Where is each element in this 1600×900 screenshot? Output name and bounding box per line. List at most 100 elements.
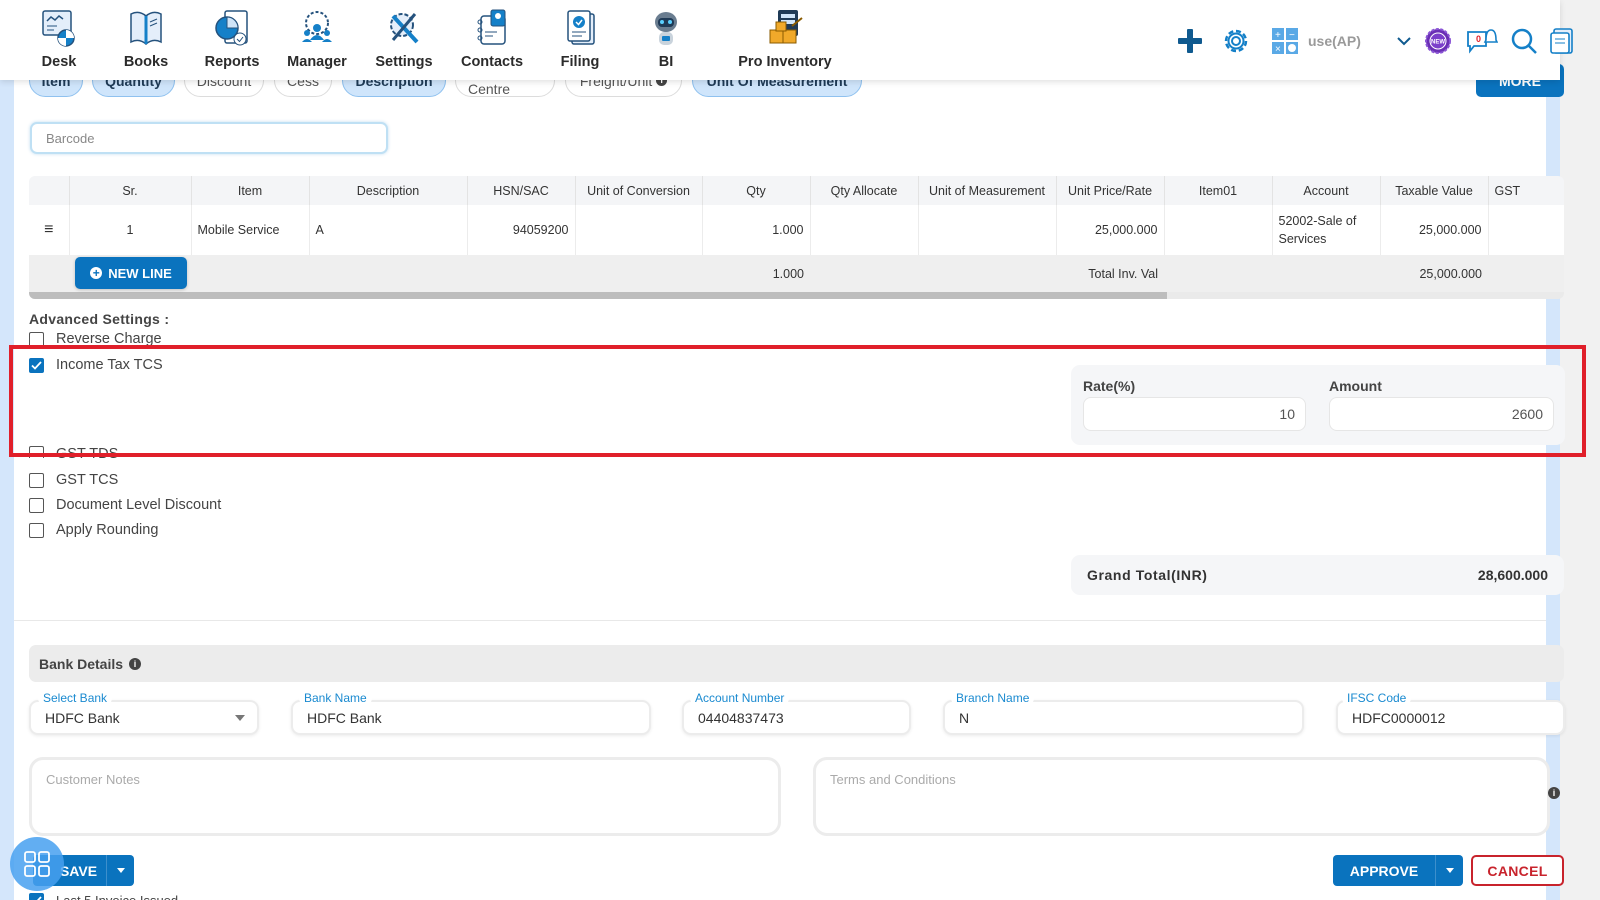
advanced-settings-title: Advanced Settings : <box>29 311 170 327</box>
totals-row: 1.000 Total Inv. Val 25,000.000 <box>29 255 1564 292</box>
filing-icon <box>560 6 600 50</box>
col-header-unit-conversion: Unit of Conversion <box>575 176 703 205</box>
search-icon[interactable] <box>1507 24 1541 58</box>
cell-qty[interactable]: 1.000 <box>702 205 811 255</box>
drag-handle-icon[interactable]: ≡ <box>29 205 70 255</box>
nav-books[interactable]: Books <box>101 6 191 70</box>
items-table: Sr. Item Description HSN/SAC Unit of Con… <box>29 176 1564 298</box>
checkbox-box[interactable] <box>29 446 44 458</box>
section-divider <box>14 620 1546 621</box>
cell-qty-allocate[interactable] <box>810 205 919 255</box>
nav-bi[interactable]: BI <box>621 6 711 70</box>
gear-icon[interactable] <box>1219 24 1253 58</box>
new-badge-icon[interactable]: NEW <box>1421 24 1455 58</box>
tcs-rate-input[interactable]: 10 <box>1083 397 1306 431</box>
ifsc-code-label: IFSC Code <box>1342 690 1412 706</box>
grand-total: Grand Total(INR) 28,600.000 <box>1071 555 1564 595</box>
apps-grid-fab[interactable] <box>10 837 64 891</box>
new-line-button[interactable]: + NEW LINE <box>75 257 187 289</box>
notification-bell-icon[interactable]: 0 <box>1465 24 1499 58</box>
cell-item[interactable]: Mobile Service <box>191 205 310 255</box>
reports-icon <box>212 6 252 50</box>
cell-account[interactable]: 52002-Sale of Services <box>1272 205 1381 255</box>
table-row[interactable]: ≡ 1 Mobile Service A 94059200 1.000 25,0… <box>29 205 1564 255</box>
svg-text:−: − <box>1289 30 1295 41</box>
income-tax-tcs-checkbox[interactable]: Income Tax TCS <box>29 357 163 373</box>
nav-filing[interactable]: Filing <box>535 6 625 70</box>
col-header-unit-price: Unit Price/Rate <box>1056 176 1165 205</box>
chevron-down-icon[interactable] <box>1387 24 1421 58</box>
grand-total-label: Grand Total(INR) <box>1087 567 1208 583</box>
left-panel-edge <box>0 0 14 900</box>
bi-robot-icon <box>646 6 686 50</box>
col-header-handle <box>29 176 70 205</box>
checkbox-box[interactable] <box>29 497 44 513</box>
page-scrollbar[interactable] <box>1560 0 1600 900</box>
contacts-icon <box>472 6 512 50</box>
nav-pro-inventory[interactable]: Pro Inventory <box>725 6 845 70</box>
cell-uom[interactable] <box>918 205 1057 255</box>
cell-unit-conversion[interactable] <box>575 205 703 255</box>
apps-grid-icon <box>24 851 50 877</box>
customer-notes-textarea[interactable]: Customer Notes <box>29 757 781 836</box>
nav-desk[interactable]: Desk <box>14 6 104 70</box>
reverse-charge-checkbox[interactable]: Reverse Charge <box>29 332 162 346</box>
gst-tcs-checkbox[interactable]: GST TCS <box>29 472 118 488</box>
cancel-button[interactable]: CANCEL <box>1471 855 1564 886</box>
col-header-description: Description <box>309 176 468 205</box>
settings-tools-icon <box>384 6 424 50</box>
table-header-row: Sr. Item Description HSN/SAC Unit of Con… <box>29 176 1564 205</box>
calculator-icon[interactable]: + − × <box>1268 24 1302 58</box>
cell-hsn[interactable]: 94059200 <box>467 205 576 255</box>
terms-conditions-textarea[interactable]: Terms and Conditions <box>813 757 1550 836</box>
terms-info-icon[interactable]: i <box>1548 787 1560 799</box>
bank-details-header: Bank Details i <box>29 645 1564 682</box>
nav-contacts[interactable]: Contacts <box>447 6 537 70</box>
table-scrollbar-thumb[interactable] <box>29 292 1167 299</box>
col-header-item: Item <box>191 176 310 205</box>
barcode-input[interactable]: Barcode <box>30 122 388 154</box>
info-icon[interactable]: i <box>129 657 142 670</box>
col-header-sr: Sr. <box>69 176 192 205</box>
col-header-qty-allocate: Qty Allocate <box>810 176 919 205</box>
svg-text:NEW: NEW <box>1431 40 1445 46</box>
total-qty: 1.000 <box>702 255 810 292</box>
save-dropdown-toggle[interactable] <box>106 855 134 886</box>
nav-reports[interactable]: Reports <box>187 6 277 70</box>
gst-tds-checkbox[interactable]: GST TDS <box>29 446 118 458</box>
checkbox-checked[interactable] <box>29 893 44 900</box>
approve-button[interactable]: APPROVE <box>1333 855 1435 886</box>
add-icon[interactable] <box>1173 24 1207 58</box>
document-icon[interactable] <box>1545 24 1579 58</box>
document-level-discount-checkbox[interactable]: Document Level Discount <box>29 497 221 513</box>
user-label[interactable]: use(AP) <box>1308 33 1361 49</box>
cell-gst <box>1488 205 1564 255</box>
svg-text:×: × <box>1275 44 1281 54</box>
tcs-rate-label: Rate(%) <box>1083 378 1136 394</box>
cell-item01[interactable] <box>1164 205 1273 255</box>
nav-settings[interactable]: Settings <box>359 6 449 70</box>
select-bank-label: Select Bank <box>38 690 113 706</box>
tcs-amount-input[interactable]: 2600 <box>1329 397 1554 431</box>
checkbox-box[interactable] <box>29 522 44 538</box>
checkbox-checked[interactable] <box>29 357 44 373</box>
books-icon <box>126 6 166 50</box>
col-header-account: Account <box>1272 176 1381 205</box>
checkbox-box[interactable] <box>29 332 44 346</box>
manager-icon <box>297 6 337 50</box>
nav-manager[interactable]: Manager <box>272 6 362 70</box>
approve-dropdown-toggle[interactable] <box>1435 855 1463 886</box>
dropdown-caret-icon <box>235 715 245 721</box>
tcs-amount-label: Amount <box>1329 378 1382 394</box>
checkbox-box[interactable] <box>29 472 44 488</box>
bank-name-label: Bank Name <box>299 690 372 706</box>
apply-rounding-checkbox[interactable]: Apply Rounding <box>29 522 158 538</box>
svg-text:+: + <box>1275 30 1281 41</box>
desk-icon <box>39 6 79 50</box>
last-5-invoice-checkbox[interactable]: Last 5 Invoice Issued <box>29 893 178 900</box>
cell-sr: 1 <box>69 205 192 255</box>
table-horizontal-scrollbar[interactable] <box>29 292 1564 299</box>
col-header-hsn-sac: HSN/SAC <box>467 176 576 205</box>
cell-unit-price[interactable]: 25,000.000 <box>1056 205 1165 255</box>
cell-description[interactable]: A <box>309 205 468 255</box>
